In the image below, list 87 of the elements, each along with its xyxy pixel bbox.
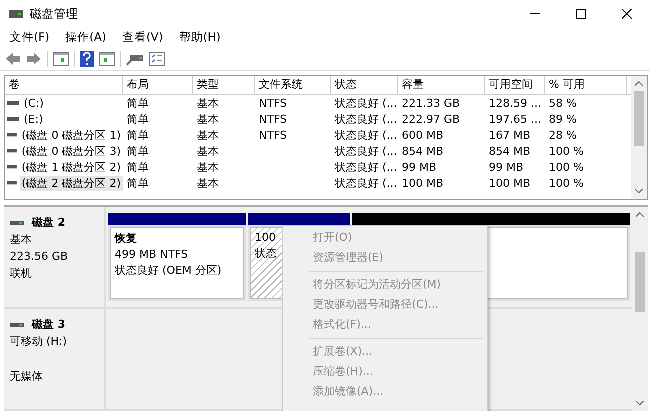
volume-name[interactable]: (E:) [22,112,46,126]
drive-icon [10,322,24,328]
checklist-icon[interactable] [149,52,165,66]
menu-item[interactable]: 帮助(H) [179,30,221,46]
partition-detail: 状态 [255,246,277,261]
menu-item[interactable]: 操作(A) [66,30,106,46]
table-cell: 状态良好 (... [335,176,398,190]
volume-name[interactable]: (磁盘 2 磁盘分区 2) [20,176,123,191]
disk-app-icon [8,8,24,20]
table-cell: 基本 [197,128,219,142]
scrollbar-thumb[interactable] [634,91,644,146]
help-icon[interactable] [80,50,94,67]
scrollbar[interactable] [631,76,647,199]
table-cell: 简单 [127,176,149,190]
scrollbar-thumb[interactable] [635,252,645,312]
table-cell: 简单 [127,112,149,126]
column-header[interactable]: 状态 [331,76,398,94]
menu-item[interactable]: 文件(F) [10,30,50,46]
volume-name[interactable]: (C:) [22,96,46,110]
table-cell: 600 MB [402,128,444,142]
volume-name[interactable]: (磁盘 0 磁盘分区 1) [20,128,123,143]
disk-detail: 联机 [10,266,33,281]
column-header[interactable]: % 可用 [545,76,627,94]
table-cell: 58 % [549,96,577,110]
partition-title: 恢复 [115,231,137,246]
column-header[interactable]: 布局 [123,76,193,94]
pane-icon[interactable] [53,52,69,66]
table-cell: 854 MB [402,144,444,158]
table-cell: 222.97 GB [402,112,460,126]
table-cell: 167 MB [489,128,531,142]
volume-name[interactable]: (磁盘 0 磁盘分区 3) [20,144,123,159]
partition-block[interactable]: 恢复 499 MB NTFS 状态良好 (OEM 分区) [108,213,246,301]
close-icon [622,9,632,19]
column-header[interactable]: 容量 [398,76,485,94]
table-cell: 128.59 ... [489,96,542,110]
table-cell: 基本 [197,112,219,126]
drive-icon [10,220,24,226]
drive-icon [7,100,19,106]
table-cell: 状态良好 (... [335,96,398,110]
disk-name: 磁盘 2 [32,215,66,230]
disk-detail: 可移动 (H:) [10,334,68,349]
table-cell: 简单 [127,144,149,158]
column-header[interactable]: 类型 [193,76,255,94]
table-cell: 基本 [197,160,219,174]
disk-name: 磁盘 3 [32,317,66,332]
table-cell: 简单 [127,96,149,110]
partition-detail: 100 [255,231,276,244]
table-cell: 状态良好 (... [335,128,398,142]
table-cell: 简单 [127,128,149,142]
partition-detail: 状态良好 (OEM 分区) [115,263,222,278]
table-cell: 100 % [549,176,584,190]
table-cell: 99 MB [489,160,524,174]
disk-media-status: 无媒体 [10,369,44,384]
table-cell: 197.65 ... [489,112,542,126]
disk-detail: 基本 [10,232,33,247]
table-cell: 100 % [549,160,584,174]
partition-detail: 499 MB NTFS [115,248,188,261]
table-cell: 状态良好 (... [335,160,398,174]
volume-name[interactable]: (磁盘 1 磁盘分区 2) [20,160,123,175]
table-cell: 89 % [549,112,577,126]
table-cell: 99 MB [402,160,437,174]
column-header[interactable]: 可用空间 [485,76,545,94]
drive-icon [7,116,19,122]
table-cell: 854 MB [489,144,531,158]
table-cell: 100 % [549,144,584,158]
table-cell: 状态良好 (... [335,144,398,158]
table-cell: 100 MB [402,176,444,190]
menu-item[interactable]: 查看(V) [122,30,164,46]
forward-arrow-icon[interactable] [26,52,42,66]
table-cell: NTFS [259,112,288,126]
table-cell: 100 MB [489,176,531,190]
table-cell: 基本 [197,96,219,110]
table-cell: 状态良好 (... [335,112,398,126]
table-cell: NTFS [259,128,288,142]
back-arrow-icon[interactable] [5,52,21,66]
pane-icon[interactable] [99,52,115,66]
column-header[interactable]: 卷 [5,76,123,94]
table-cell: 基本 [197,176,219,190]
table-cell: 221.33 GB [402,96,460,110]
table-cell: NTFS [259,96,288,110]
window-title: 磁盘管理 [30,6,78,22]
table-cell: 简单 [127,160,149,174]
disk-detail: 223.56 GB [10,249,70,264]
table-cell: 28 % [549,128,577,142]
maximize-icon [576,9,586,19]
table-cell: 基本 [197,144,219,158]
column-header[interactable]: 文件系统 [255,76,331,94]
